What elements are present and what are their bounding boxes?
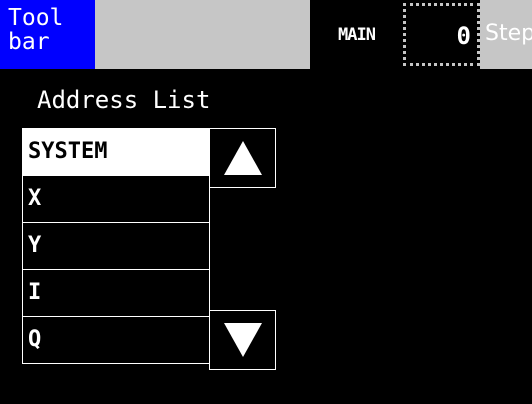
address-item-system[interactable]: SYSTEM xyxy=(22,128,210,176)
address-item-y[interactable]: Y xyxy=(22,222,210,270)
step-label: Step xyxy=(480,0,532,69)
step-input[interactable]: 0 xyxy=(403,3,480,66)
scroll-up-button[interactable] xyxy=(209,128,276,188)
address-list-title: Address List xyxy=(37,86,211,114)
top-bar: Tool bar MAIN 0 Step xyxy=(0,0,532,69)
address-item-q[interactable]: Q xyxy=(22,316,210,364)
program-name: MAIN xyxy=(310,0,403,69)
triangle-up-icon xyxy=(223,141,262,175)
header-panel xyxy=(95,0,310,69)
scroll-controls xyxy=(209,128,276,370)
address-item-i[interactable]: I xyxy=(22,269,210,317)
toolbar-button[interactable]: Tool bar xyxy=(0,0,95,69)
scroll-down-button[interactable] xyxy=(209,310,276,370)
address-item-x[interactable]: X xyxy=(22,175,210,223)
triangle-down-icon xyxy=(223,323,262,357)
address-list: SYSTEM X Y I Q xyxy=(22,128,210,364)
